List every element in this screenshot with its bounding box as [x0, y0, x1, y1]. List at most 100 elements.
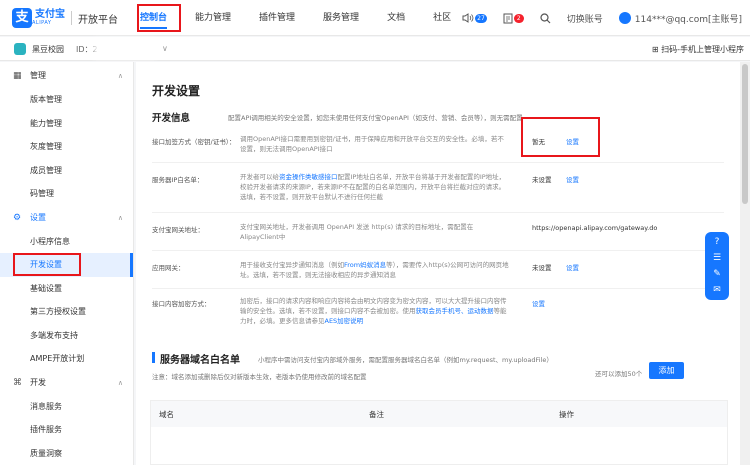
sidebar-group-label: 设置: [30, 212, 46, 222]
sidebar-item-code[interactable]: 码管理: [0, 182, 133, 206]
encryption-setup-link[interactable]: 设置: [532, 298, 545, 308]
app-switch-chevron-icon[interactable]: ∨: [162, 44, 168, 53]
page-title: 开发设置: [152, 84, 201, 98]
sidebar-item-basic-settings[interactable]: 基础设置: [0, 277, 133, 301]
app-gateway-setup-link[interactable]: 设置: [566, 262, 579, 272]
column-header-note: 备注: [369, 410, 384, 419]
sidebar-item-third-party[interactable]: 第三方授权设置: [0, 300, 133, 324]
logo-en: ALIPAY: [32, 20, 52, 26]
server-whitelist-note: 注意：域名添加或删除后仅对新版本生效，老版本仍使用修改前的域名配置: [152, 373, 367, 381]
add-limit-text: 还可以添加50个: [595, 370, 643, 378]
sidebar-item-version[interactable]: 版本管理: [0, 88, 133, 112]
sidebar-group-dev[interactable]: ⌘ 开发 ∧: [0, 371, 133, 395]
logo-cn: 支付宝: [35, 9, 65, 20]
divider: [152, 162, 724, 163]
messages-button[interactable]: 2: [503, 13, 524, 24]
sidebar-group-label: 开发: [30, 377, 46, 387]
table-header: 域名 备注 操作: [151, 401, 727, 427]
sidebar-item-capability[interactable]: 能力管理: [0, 112, 133, 136]
header-tools: 27 2 切换账号 114***@qq.com[主账号]: [446, 0, 742, 36]
member-phone-link[interactable]: 获取会员手机号、运动数据: [416, 307, 494, 315]
nav-docs[interactable]: 文档: [387, 0, 405, 36]
row-label-encryption: 接口内容加密方式：: [152, 300, 211, 308]
add-domain-button[interactable]: 添加: [649, 362, 684, 379]
help-icon[interactable]: ?: [711, 236, 723, 248]
sidebar-group-settings[interactable]: ⚙ 设置 ∧: [0, 206, 133, 230]
scan-manage-label: 扫码-手机上管理小程序: [661, 45, 744, 54]
announcement-badge: 27: [475, 13, 487, 23]
account-email: 114***@qq.com[主账号]: [634, 14, 742, 25]
platform-name: 开放平台: [78, 14, 118, 26]
highlight-box-sign-method: [521, 117, 600, 157]
alipay-logo[interactable]: 支 支付宝 ALIPAY 开放平台: [12, 8, 118, 28]
top-navbar: 支 支付宝 ALIPAY 开放平台 控制台 能力管理 插件管理 服务管理 文档 …: [0, 0, 750, 36]
row-value-ip-whitelist: 未设置: [532, 176, 552, 184]
sensitive-api-link[interactable]: 资金操作类敏感接口: [279, 173, 338, 181]
chevron-up-icon: ∧: [117, 72, 123, 80]
main-content: 开发设置 开发信息 配置API调用相关的安全设置，如您未使用任何支付宝OpenA…: [136, 62, 740, 465]
switch-account-link[interactable]: 切换账号: [567, 12, 603, 25]
row-desc-sign-method: 调用OpenAPI接口需要用到密钥/证书，用于保障应用和开放平台交互的安全性。必…: [240, 135, 504, 153]
ip-whitelist-setup-link[interactable]: 设置: [566, 174, 579, 184]
chevron-up-icon: ∧: [117, 213, 123, 222]
messages-badge: 2: [513, 13, 524, 23]
gear-icon: ⚙: [13, 212, 22, 223]
nav-services[interactable]: 服务管理: [323, 0, 359, 36]
row-desc-app-gateway: 用于接收支付宝异步通知消息（例如From蚂蚁消息等），需要传入http(s)公网…: [240, 260, 510, 280]
app-subbar: 黑豆校园 ID：2C ∨ ⊞ 扫码-手机上管理小程序: [0, 37, 750, 61]
speaker-icon: [462, 13, 474, 23]
row-label-ip-whitelist: 服务器IP白名单：: [152, 176, 204, 184]
row-desc-ip-whitelist: 开发者可以给资金操作类敏感接口配置IP地址白名单，开放平台将基于开发者配置的IP…: [240, 172, 510, 202]
sidebar-group-manage[interactable]: ▦ 管理 ∧: [0, 64, 133, 88]
row-label-app-gateway: 应用网关：: [152, 264, 185, 272]
divider: [152, 250, 724, 251]
sidebar-item-ampe[interactable]: AMPE开放计划: [0, 347, 133, 371]
aes-doc-link[interactable]: AES加密说明: [325, 317, 364, 325]
search-button[interactable]: [540, 12, 551, 24]
mail-icon[interactable]: ✉: [711, 284, 723, 296]
row-label-sign-method: 接口加签方式（密钥/证书）：: [152, 138, 236, 146]
nav-plugins[interactable]: 插件管理: [259, 0, 295, 36]
document-icon: [503, 13, 513, 23]
row-label-gateway: 支付宝网关地址：: [152, 226, 204, 234]
section-description: 配置API调用相关的安全设置，如您未使用任何支付宝OpenAPI（如支付、营销、…: [228, 114, 523, 122]
search-icon: [540, 12, 551, 23]
app-icon: [14, 43, 26, 55]
feedback-icon[interactable]: ☰: [711, 252, 723, 264]
divider: [152, 288, 724, 289]
floating-help-bar: ? ☰ ✎ ✉: [705, 232, 729, 300]
sidebar-item-miniapp-info[interactable]: 小程序信息: [0, 230, 133, 254]
divider: [152, 212, 724, 213]
section-accent-bar: [152, 352, 155, 363]
sidebar-item-quality[interactable]: 质量洞察: [0, 442, 133, 465]
sidebar-item-plugin-service[interactable]: 插件服务: [0, 418, 133, 442]
scan-manage-link[interactable]: ⊞ 扫码-手机上管理小程序: [652, 44, 744, 55]
app-name[interactable]: 黑豆校园: [32, 44, 64, 55]
row-value-app-gateway: 未设置: [532, 264, 552, 272]
qrcode-icon: ⊞: [651, 45, 662, 54]
sidebar-item-gray[interactable]: 灰度管理: [0, 135, 133, 159]
id-redaction: [98, 43, 152, 54]
code-icon: ⌘: [13, 377, 22, 388]
column-header-domain: 域名: [159, 410, 174, 419]
scrollbar-thumb[interactable]: [742, 64, 748, 204]
sidebar-group-label: 管理: [30, 71, 46, 80]
sidebar-item-multi-publish[interactable]: 多端发布支持: [0, 324, 133, 348]
section-title: 开发信息: [152, 113, 191, 124]
server-whitelist-title: 服务器域名白名单: [160, 355, 240, 366]
highlight-box-dev-settings: [13, 253, 81, 276]
row-desc-gateway: 支付宝网关地址，开发者调用 OpenAPI 发送 http(s) 请求的目标地址…: [240, 223, 474, 241]
avatar: [618, 12, 631, 24]
column-header-actions: 操作: [559, 410, 574, 419]
sidebar-item-members[interactable]: 成员管理: [0, 159, 133, 183]
announcement-button[interactable]: 27: [462, 13, 487, 23]
nav-capability[interactable]: 能力管理: [195, 0, 231, 36]
edit-icon[interactable]: ✎: [711, 268, 723, 280]
main-nav: 控制台 能力管理 插件管理 服务管理 文档 社区: [140, 0, 479, 36]
highlight-box-console: [137, 4, 181, 32]
account-menu[interactable]: 114***@qq.com[主账号]: [618, 12, 742, 25]
sidebar-item-message-service[interactable]: 消息服务: [0, 395, 133, 419]
row-desc-encryption: 加密后，接口的请求内容和响应内容将会由明文内容变为密文内容，可以大大提升接口内容…: [240, 296, 510, 326]
ant-message-link[interactable]: From蚂蚁消息: [344, 261, 386, 269]
desc-text: 用于接收支付宝异步通知消息（例如: [240, 261, 344, 269]
